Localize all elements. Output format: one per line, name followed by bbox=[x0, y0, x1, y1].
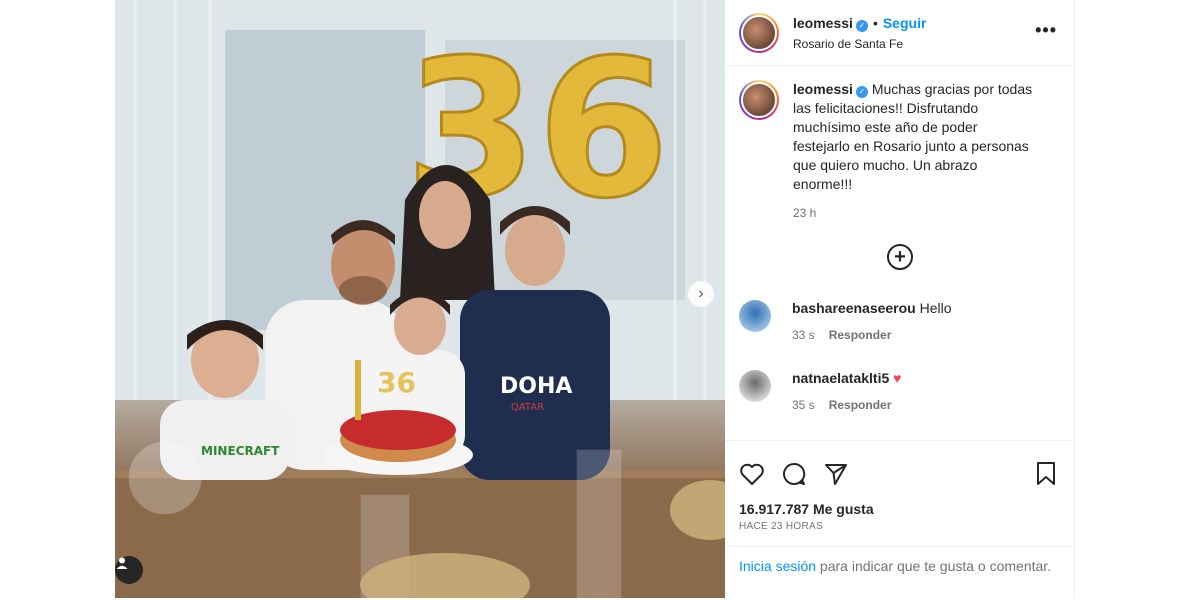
post-age: HACE 23 HORAS bbox=[739, 521, 823, 532]
comment-item: bashareenaseerou Hello 33 s Responder bbox=[739, 300, 952, 342]
shirt-print-qatar: QATAR bbox=[511, 402, 544, 413]
plus-circle-icon[interactable]: + bbox=[887, 244, 913, 270]
candle-36: 36 bbox=[377, 366, 416, 399]
follow-button[interactable]: Seguir bbox=[883, 15, 927, 31]
verified-badge-icon: ✓ bbox=[855, 19, 868, 32]
comment-avatar[interactable] bbox=[739, 300, 771, 332]
post-sidebar: leomessi ✓ • Seguir Rosario de Santa Fe •••… bbox=[725, 0, 1075, 598]
post-caption: leomessi ✓ Muchas gracias por todas las f… bbox=[725, 66, 1075, 223]
heart-emoji-icon: ♥ bbox=[893, 370, 902, 386]
comment-username[interactable]: bashareenaseerou bbox=[792, 300, 916, 316]
reply-button[interactable]: Responder bbox=[829, 328, 892, 342]
post-photo[interactable]: 36 DOHA QATAR MINECRAFT 36 › bbox=[115, 0, 725, 598]
photo-illustration: 36 DOHA QATAR MINECRAFT 36 bbox=[115, 0, 725, 598]
comment-time: 35 s bbox=[792, 398, 815, 412]
separator-dot: • bbox=[872, 14, 878, 31]
header-username[interactable]: leomessi bbox=[793, 15, 853, 31]
heart-icon[interactable] bbox=[739, 462, 765, 486]
login-link[interactable]: Inicia sesión bbox=[739, 558, 816, 574]
comment-item: natnaelataklti5 ♥ 35 s Responder bbox=[739, 370, 905, 412]
comment-username[interactable]: natnaelataklti5 bbox=[792, 370, 889, 386]
instagram-post: 36 DOHA QATAR MINECRAFT 36 › leomessi ✓ … bbox=[115, 0, 1075, 598]
caption-text: Muchas gracias por todas las felicitacio… bbox=[793, 81, 1033, 192]
user-tag-icon[interactable] bbox=[115, 556, 143, 584]
caption-avatar[interactable] bbox=[739, 80, 779, 120]
comment-avatar[interactable] bbox=[739, 370, 771, 402]
avatar[interactable] bbox=[739, 12, 779, 53]
send-icon[interactable] bbox=[823, 461, 849, 487]
caption-timestamp[interactable]: 23 h bbox=[793, 204, 1033, 223]
next-photo-button[interactable]: › bbox=[688, 281, 714, 307]
like-count[interactable]: 16.917.787 Me gusta bbox=[725, 491, 1075, 517]
comment-time: 33 s bbox=[792, 328, 815, 342]
chevron-right-icon: › bbox=[698, 285, 704, 302]
shirt-print-doha: DOHA bbox=[500, 374, 572, 399]
login-prompt-text: para indicar que te gusta o comentar. bbox=[816, 558, 1052, 574]
shirt-print-minecraft: MINECRAFT bbox=[201, 444, 280, 458]
location-link[interactable]: Rosario de Santa Fe bbox=[793, 37, 926, 51]
more-options-icon[interactable]: ••• bbox=[1035, 20, 1057, 41]
login-prompt: Inicia sesión para indicar que te gusta … bbox=[725, 546, 1075, 576]
bookmark-icon[interactable] bbox=[1035, 461, 1057, 487]
comment-icon[interactable] bbox=[781, 461, 807, 487]
verified-badge-icon: ✓ bbox=[855, 86, 868, 98]
comment-text: Hello bbox=[919, 300, 952, 316]
reply-button[interactable]: Responder bbox=[829, 398, 892, 412]
caption-username[interactable]: leomessi bbox=[793, 81, 853, 97]
post-header: leomessi ✓ • Seguir Rosario de Santa Fe ••• bbox=[725, 0, 1075, 66]
